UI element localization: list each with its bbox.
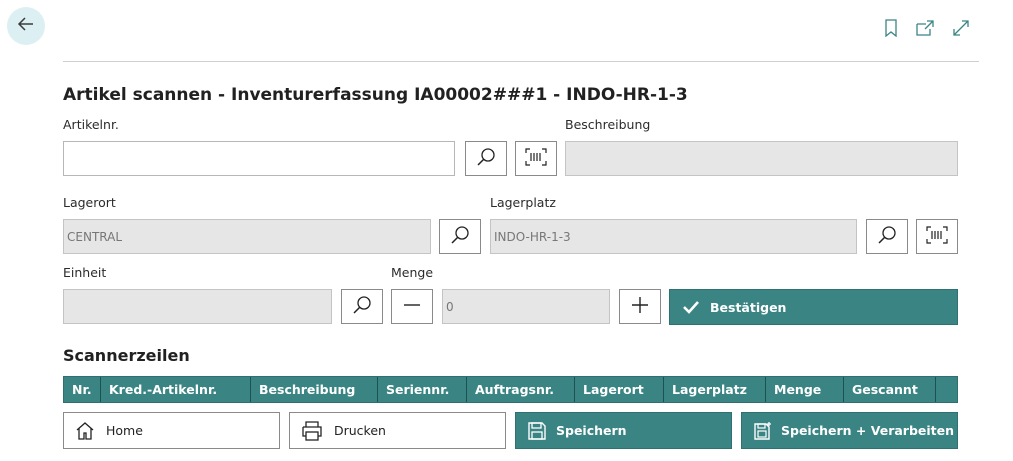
menge-increment-button[interactable] [619, 289, 661, 324]
column-header-menge[interactable]: Menge [766, 377, 844, 402]
lagerplatz-label: Lagerplatz [490, 195, 556, 210]
beschreibung-field [565, 141, 958, 176]
confirm-button[interactable]: Bestätigen [669, 289, 958, 325]
column-header-lagerplatz[interactable]: Lagerplatz [664, 377, 766, 402]
menge-field[interactable]: 0 [442, 289, 610, 324]
save-process-icon [751, 419, 775, 443]
lagerort-label: Lagerort [63, 195, 116, 210]
save-and-process-button-label: Speichern + Verarbeiten [781, 423, 955, 438]
artikelnr-scan-button[interactable] [515, 141, 557, 176]
column-header-kred-artikelnr[interactable]: Kred.-Artikelnr. [101, 377, 251, 402]
home-button-label: Home [106, 423, 143, 438]
open-in-new-icon[interactable] [914, 17, 936, 39]
save-and-process-button[interactable]: Speichern + Verarbeiten [741, 412, 958, 449]
column-header-lagerort[interactable]: Lagerort [575, 377, 664, 402]
home-button[interactable]: Home [63, 412, 280, 449]
lagerplatz-scan-button[interactable] [916, 219, 958, 254]
artikelnr-label: Artikelnr. [63, 117, 119, 132]
expand-icon[interactable] [950, 17, 972, 39]
scanner-lines-table-header: Nr. Kred.-Artikelnr. Beschreibung Serien… [63, 376, 958, 403]
minus-icon [401, 294, 423, 320]
artikelnr-search-button[interactable] [465, 141, 507, 176]
column-header-beschreibung[interactable]: Beschreibung [251, 377, 378, 402]
lagerplatz-field: INDO-HR-1-3 [490, 219, 857, 254]
save-button-label: Speichern [556, 423, 627, 438]
column-header-nr[interactable]: Nr. [64, 377, 101, 402]
printer-icon [300, 420, 324, 442]
einheit-label: Einheit [63, 265, 107, 280]
einheit-field [63, 289, 332, 324]
beschreibung-label: Beschreibung [565, 117, 651, 132]
check-icon [681, 297, 701, 317]
search-icon [351, 294, 373, 320]
search-icon [876, 224, 898, 250]
bookmark-icon[interactable] [880, 17, 902, 39]
page-title: Artikel scannen - Inventurerfassung IA00… [63, 85, 688, 105]
search-icon [475, 146, 497, 172]
home-icon [74, 420, 96, 442]
arrow-left-icon [16, 14, 36, 38]
scanner-lines-title: Scannerzeilen [63, 346, 190, 365]
barcode-scan-icon [926, 225, 948, 249]
column-header-extra [936, 377, 957, 402]
print-button-label: Drucken [334, 423, 386, 438]
lagerort-search-button[interactable] [439, 219, 481, 254]
save-icon [526, 420, 548, 442]
print-button[interactable]: Drucken [289, 412, 506, 449]
column-header-auftragsnr[interactable]: Auftragsnr. [467, 377, 575, 402]
lagerplatz-search-button[interactable] [866, 219, 908, 254]
confirm-button-label: Bestätigen [710, 299, 787, 315]
artikelnr-input[interactable] [63, 141, 455, 176]
column-header-seriennr[interactable]: Seriennr. [378, 377, 467, 402]
menge-decrement-button[interactable] [391, 289, 433, 324]
column-header-gescannt[interactable]: Gescannt [844, 377, 936, 402]
back-button[interactable] [7, 7, 45, 45]
menge-label: Menge [391, 265, 434, 280]
lagerort-field: CENTRAL [63, 219, 431, 254]
barcode-scan-icon [525, 147, 547, 171]
header-divider [63, 61, 979, 62]
plus-icon [629, 294, 651, 320]
save-button[interactable]: Speichern [515, 412, 732, 449]
search-icon [449, 224, 471, 250]
einheit-search-button[interactable] [341, 289, 383, 324]
